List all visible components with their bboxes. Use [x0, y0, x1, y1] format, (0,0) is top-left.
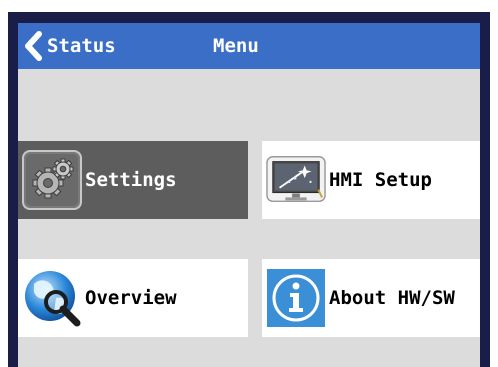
globe-magnifier-icon — [22, 268, 82, 328]
hmi-setup-tile[interactable]: HMI Setup — [262, 141, 480, 219]
about-tile-label: About HW/SW — [329, 287, 455, 309]
overview-tile[interactable]: Overview — [18, 259, 248, 337]
settings-tile[interactable]: Settings — [18, 141, 248, 219]
monitor-setup-icon — [266, 150, 326, 210]
overview-tile-label: Overview — [85, 287, 177, 309]
back-button[interactable]: Status — [18, 23, 126, 69]
device-frame: Status Menu Settings HMI Setup Overview … — [8, 12, 490, 367]
about-tile[interactable]: About HW/SW — [262, 259, 480, 337]
info-icon — [266, 268, 326, 328]
settings-tile-label: Settings — [85, 169, 177, 191]
back-button-label: Status — [47, 35, 116, 57]
hmi-setup-tile-label: HMI Setup — [329, 169, 432, 191]
header-bar: Status Menu — [18, 23, 480, 69]
chevron-left-icon — [24, 31, 44, 61]
page-title: Menu — [213, 35, 259, 57]
screen: Status Menu Settings HMI Setup Overview … — [18, 23, 480, 367]
gears-icon — [22, 150, 82, 210]
